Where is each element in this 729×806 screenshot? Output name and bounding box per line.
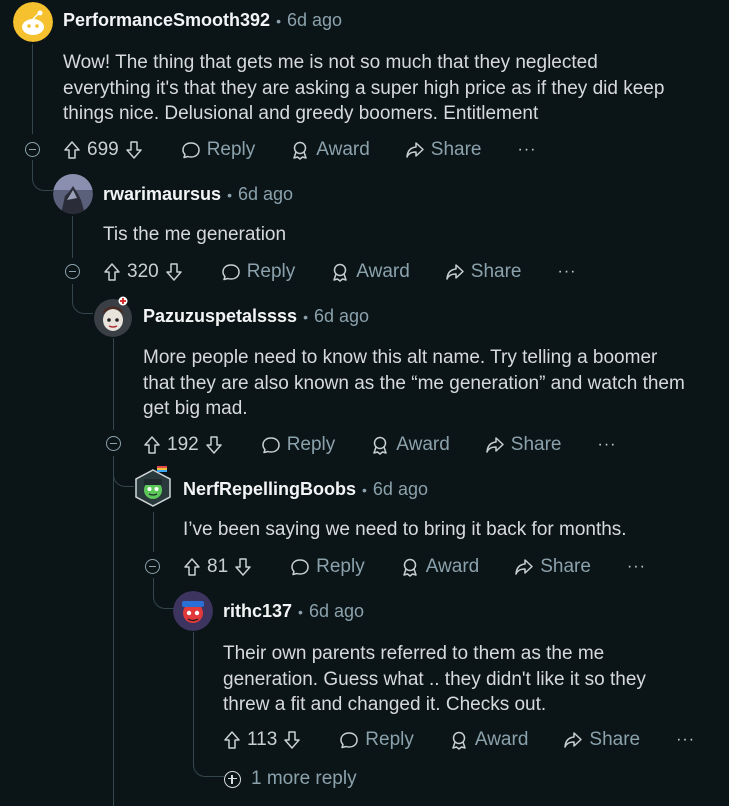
username[interactable]: NerfRepellingBoobs bbox=[183, 479, 356, 500]
separator: • bbox=[298, 603, 303, 620]
share-icon bbox=[514, 557, 534, 577]
comment-body: Wow! The thing that gets me is not so mu… bbox=[63, 52, 665, 124]
more-options-button[interactable]: ··· bbox=[558, 263, 577, 281]
reply-button[interactable]: Reply bbox=[339, 729, 414, 751]
timestamp[interactable]: 6d ago bbox=[238, 184, 293, 205]
comment-bubble-icon bbox=[290, 557, 310, 577]
award-icon bbox=[449, 730, 469, 750]
reply-button[interactable]: Reply bbox=[290, 556, 365, 578]
avatar[interactable] bbox=[173, 591, 213, 631]
award-button[interactable]: Award bbox=[290, 139, 370, 161]
vote-count: 192 bbox=[167, 434, 199, 455]
comment-body: Tis the me generation bbox=[103, 224, 287, 245]
comment-body: I’ve been saying we need to bring it bac… bbox=[183, 519, 627, 540]
vote-count: 81 bbox=[207, 556, 229, 577]
comment-header: PerformanceSmooth392 • 6d ago bbox=[63, 10, 342, 31]
avatar[interactable] bbox=[93, 296, 133, 337]
username[interactable]: Pazuzuspetalssss bbox=[143, 306, 297, 327]
award-button[interactable]: Award bbox=[449, 729, 528, 751]
downvote-icon[interactable] bbox=[234, 557, 252, 577]
username[interactable]: PerformanceSmooth392 bbox=[63, 10, 270, 31]
vote-count: 699 bbox=[87, 139, 119, 160]
collapse-icon[interactable] bbox=[106, 436, 121, 451]
comment-header: NerfRepellingBoobs • 6d ago bbox=[183, 479, 428, 500]
separator: • bbox=[303, 308, 308, 325]
more-replies-button[interactable]: 1 more reply bbox=[224, 768, 357, 790]
separator: • bbox=[227, 186, 232, 203]
downvote-icon[interactable] bbox=[205, 435, 223, 455]
share-button[interactable]: Share bbox=[405, 139, 482, 161]
share-button[interactable]: Share bbox=[514, 556, 591, 578]
upvote-icon[interactable] bbox=[143, 435, 161, 455]
comment-header: rithc137 • 6d ago bbox=[223, 601, 364, 622]
award-button[interactable]: Award bbox=[370, 434, 450, 456]
downvote-icon[interactable] bbox=[125, 140, 143, 160]
comment-actions: 81 Reply Award Share ··· bbox=[183, 553, 646, 581]
share-button[interactable]: Share bbox=[485, 434, 562, 456]
award-icon bbox=[370, 435, 390, 455]
expand-plus-icon bbox=[224, 770, 241, 788]
more-options-button[interactable]: ··· bbox=[676, 731, 695, 749]
comment-bubble-icon bbox=[261, 435, 281, 455]
comment-body: Their own parents referred to them as th… bbox=[223, 643, 646, 715]
avatar[interactable] bbox=[13, 2, 53, 42]
more-options-button[interactable]: ··· bbox=[627, 558, 646, 576]
comment-actions: 320 Reply Award Share ··· bbox=[103, 258, 576, 286]
share-button[interactable]: Share bbox=[445, 261, 522, 283]
collapse-icon[interactable] bbox=[145, 559, 160, 574]
upvote-icon[interactable] bbox=[183, 557, 201, 577]
comment-bubble-icon bbox=[221, 262, 241, 282]
reply-button[interactable]: Reply bbox=[261, 434, 335, 456]
username[interactable]: rithc137 bbox=[223, 601, 292, 622]
comment-body: More people need to know this alt name. … bbox=[143, 347, 685, 419]
comment-header: Pazuzuspetalssss • 6d ago bbox=[143, 306, 369, 327]
share-icon bbox=[563, 730, 583, 750]
separator: • bbox=[276, 12, 281, 29]
comment-header: rwarimaursus • 6d ago bbox=[103, 184, 293, 205]
comment-actions: 192 Reply Award Share ··· bbox=[143, 431, 616, 459]
upvote-icon[interactable] bbox=[223, 730, 241, 750]
timestamp[interactable]: 6d ago bbox=[287, 10, 342, 31]
more-options-button[interactable]: ··· bbox=[518, 141, 537, 159]
share-button[interactable]: Share bbox=[563, 729, 640, 751]
username[interactable]: rwarimaursus bbox=[103, 184, 221, 205]
share-icon bbox=[445, 262, 465, 282]
upvote-icon[interactable] bbox=[103, 262, 121, 282]
more-options-button[interactable]: ··· bbox=[598, 436, 617, 454]
share-icon bbox=[405, 140, 425, 160]
separator: • bbox=[362, 481, 367, 498]
timestamp[interactable]: 6d ago bbox=[314, 306, 369, 327]
award-icon bbox=[290, 140, 310, 160]
more-replies-label: 1 more reply bbox=[251, 768, 357, 789]
timestamp[interactable]: 6d ago bbox=[373, 479, 428, 500]
comment-bubble-icon bbox=[339, 730, 359, 750]
reply-button[interactable]: Reply bbox=[181, 139, 255, 161]
collapse-icon[interactable] bbox=[65, 264, 80, 279]
comment-actions: 699 Reply Award Share ··· bbox=[63, 136, 536, 164]
award-icon bbox=[330, 262, 350, 282]
comment-actions: 113 Reply Award Share ··· bbox=[223, 726, 695, 754]
award-icon bbox=[400, 557, 420, 577]
avatar[interactable] bbox=[53, 174, 93, 214]
comment-bubble-icon bbox=[181, 140, 201, 160]
collapse-icon[interactable] bbox=[25, 142, 40, 157]
award-button[interactable]: Award bbox=[330, 261, 410, 283]
vote-count: 113 bbox=[247, 729, 278, 750]
timestamp[interactable]: 6d ago bbox=[309, 601, 364, 622]
vote-count: 320 bbox=[127, 261, 159, 282]
award-button[interactable]: Award bbox=[400, 556, 479, 578]
avatar[interactable] bbox=[133, 466, 173, 508]
share-icon bbox=[485, 435, 505, 455]
downvote-icon[interactable] bbox=[283, 730, 301, 750]
downvote-icon[interactable] bbox=[165, 262, 183, 282]
reply-button[interactable]: Reply bbox=[221, 261, 295, 283]
upvote-icon[interactable] bbox=[63, 140, 81, 160]
